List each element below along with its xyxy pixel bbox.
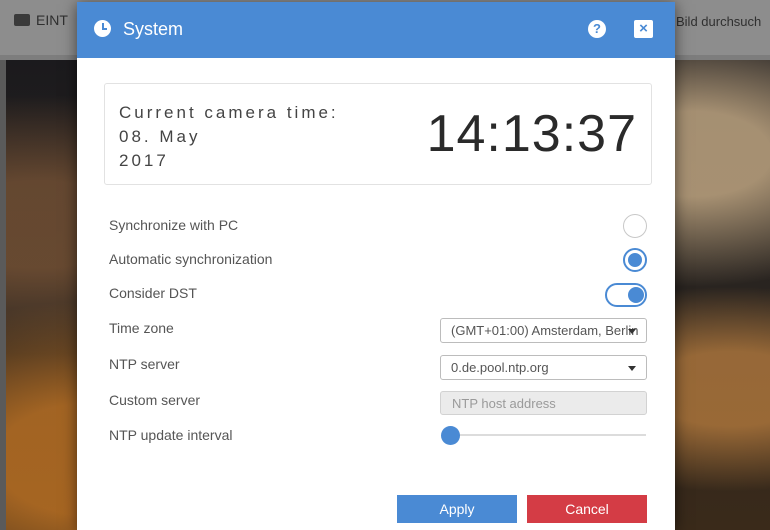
camera-date-year: 2017 [119, 151, 169, 170]
custom-server-input: NTP host address [440, 391, 647, 415]
system-dialog: System ? × Current camera time: 08. May … [77, 2, 675, 530]
camera-icon [14, 14, 30, 26]
ntp-interval-slider-track[interactable] [446, 434, 646, 436]
clock-icon [94, 20, 111, 37]
chevron-down-icon [628, 329, 636, 334]
ntp-server-select[interactable]: 0.de.pool.ntp.org [440, 355, 647, 380]
auto-sync-radio[interactable] [623, 248, 647, 272]
ntp-server-value: 0.de.pool.ntp.org [451, 360, 549, 375]
dst-label: Consider DST [109, 285, 197, 301]
dialog-header: System ? × [77, 2, 675, 58]
background-sidebar-edge [0, 60, 6, 530]
help-icon[interactable]: ? [588, 20, 606, 38]
chevron-down-icon [628, 366, 636, 371]
apply-button[interactable]: Apply [397, 495, 517, 523]
camera-time-card: Current camera time: 08. May 2017 14:13:… [104, 83, 652, 185]
dst-toggle[interactable] [605, 283, 647, 307]
ntp-interval-slider-thumb[interactable] [441, 426, 460, 445]
custom-server-label: Custom server [109, 392, 201, 408]
timezone-label: Time zone [109, 320, 174, 336]
background-search-link: Bild durchsuch [676, 14, 762, 29]
background-title: EINT [14, 12, 68, 28]
sync-pc-label: Synchronize with PC [109, 217, 239, 233]
timezone-select[interactable]: (GMT+01:00) Amsterdam, Berlin [440, 318, 647, 343]
ntp-interval-label: NTP update interval [109, 427, 233, 443]
cancel-button[interactable]: Cancel [527, 495, 647, 523]
camera-date-day-month: 08. May [119, 127, 201, 146]
auto-sync-label: Automatic synchronization [109, 251, 273, 267]
sync-pc-radio[interactable] [623, 214, 647, 238]
timezone-value: (GMT+01:00) Amsterdam, Berlin [451, 323, 639, 338]
close-icon[interactable]: × [634, 20, 653, 38]
camera-time-label: Current camera time: 08. May 2017 [119, 101, 379, 173]
camera-time-caption: Current camera time: [119, 103, 339, 122]
camera-time-value: 14:13:37 [426, 105, 637, 163]
dialog-title: System [123, 19, 184, 39]
ntp-server-label: NTP server [109, 356, 180, 372]
